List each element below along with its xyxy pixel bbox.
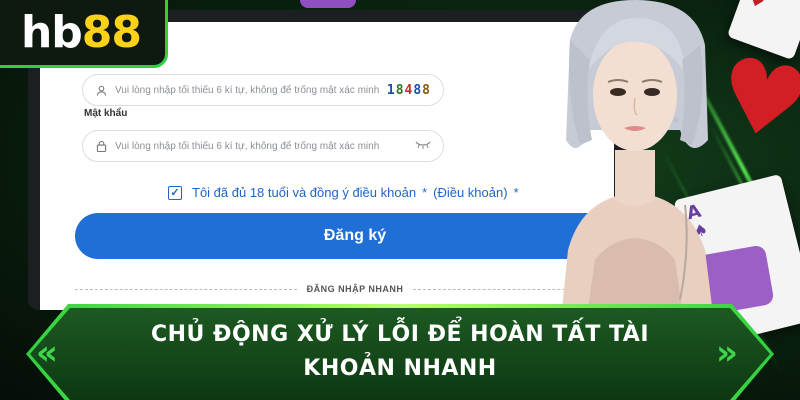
- banner-title-line1: CHỦ ĐỘNG XỬ LÝ LỖI ĐỂ HOÀN TẤT TÀI: [150, 322, 650, 347]
- terms-link[interactable]: (Điều khoản): [433, 185, 507, 200]
- captcha-digit: 8: [413, 82, 423, 98]
- password-placeholder: Vui lòng nhập tối thiểu 6 kí tự, không đ…: [115, 140, 380, 152]
- model-portrait: [560, 0, 715, 330]
- quick-login-label: ĐĂNG NHẬP NHANH: [306, 284, 404, 294]
- chevron-left-icon: «: [36, 333, 58, 373]
- username-placeholder: Vui lòng nhập tối thiểu 6 kí tự, không đ…: [115, 84, 380, 96]
- lock-icon: [95, 140, 107, 152]
- captcha-code[interactable]: 18488: [387, 83, 431, 98]
- captcha-digit: 1: [386, 82, 396, 98]
- captcha-digit: 8: [395, 82, 405, 98]
- checkbox-checked-icon[interactable]: ✓: [168, 185, 182, 200]
- password-label: Mật khẩu: [84, 108, 128, 119]
- user-icon: [95, 84, 107, 96]
- eye-closed-icon[interactable]: [415, 141, 431, 152]
- terms-agreement: ✓ Tôi đã đủ 18 tuổi và đồng ý điều khoản…: [168, 185, 525, 200]
- banner-title: CHỦ ĐỘNG XỬ LÝ LỖI ĐỂ HOÀN TẤT TÀI KHOẢN…: [90, 318, 710, 386]
- banner-title-line2: KHOẢN NHANH: [303, 356, 497, 381]
- decorative-shape: [300, 0, 356, 8]
- promo-stage: Vui lòng nhập tối thiểu 6 kí tự, không đ…: [0, 0, 800, 400]
- title-banner: « » CHỦ ĐỘNG XỬ LÝ LỖI ĐỂ HOÀN TẤT TÀI K…: [0, 304, 800, 400]
- heart-suit-icon: ♥: [745, 0, 769, 14]
- logo-text: hb88: [20, 6, 142, 58]
- logo-text-b: 88: [81, 6, 142, 58]
- agree-text: Tôi đã đủ 18 tuổi và đồng ý điều khoản: [192, 185, 417, 200]
- logo-text-a: hb: [20, 6, 83, 58]
- quick-login-divider: ĐĂNG NHẬP NHANH: [75, 284, 614, 294]
- captcha-digit: 8: [422, 82, 431, 98]
- password-field[interactable]: Vui lòng nhập tối thiểu 6 kí tự, không đ…: [82, 130, 444, 162]
- required-star: *: [513, 185, 519, 200]
- chevron-right-icon: »: [716, 333, 738, 373]
- username-field[interactable]: Vui lòng nhập tối thiểu 6 kí tự, không đ…: [82, 74, 444, 106]
- register-button[interactable]: Đăng ký: [75, 213, 614, 259]
- hb88-logo[interactable]: hb88: [0, 0, 168, 68]
- divider-line: [75, 288, 297, 290]
- required-star: *: [422, 185, 428, 200]
